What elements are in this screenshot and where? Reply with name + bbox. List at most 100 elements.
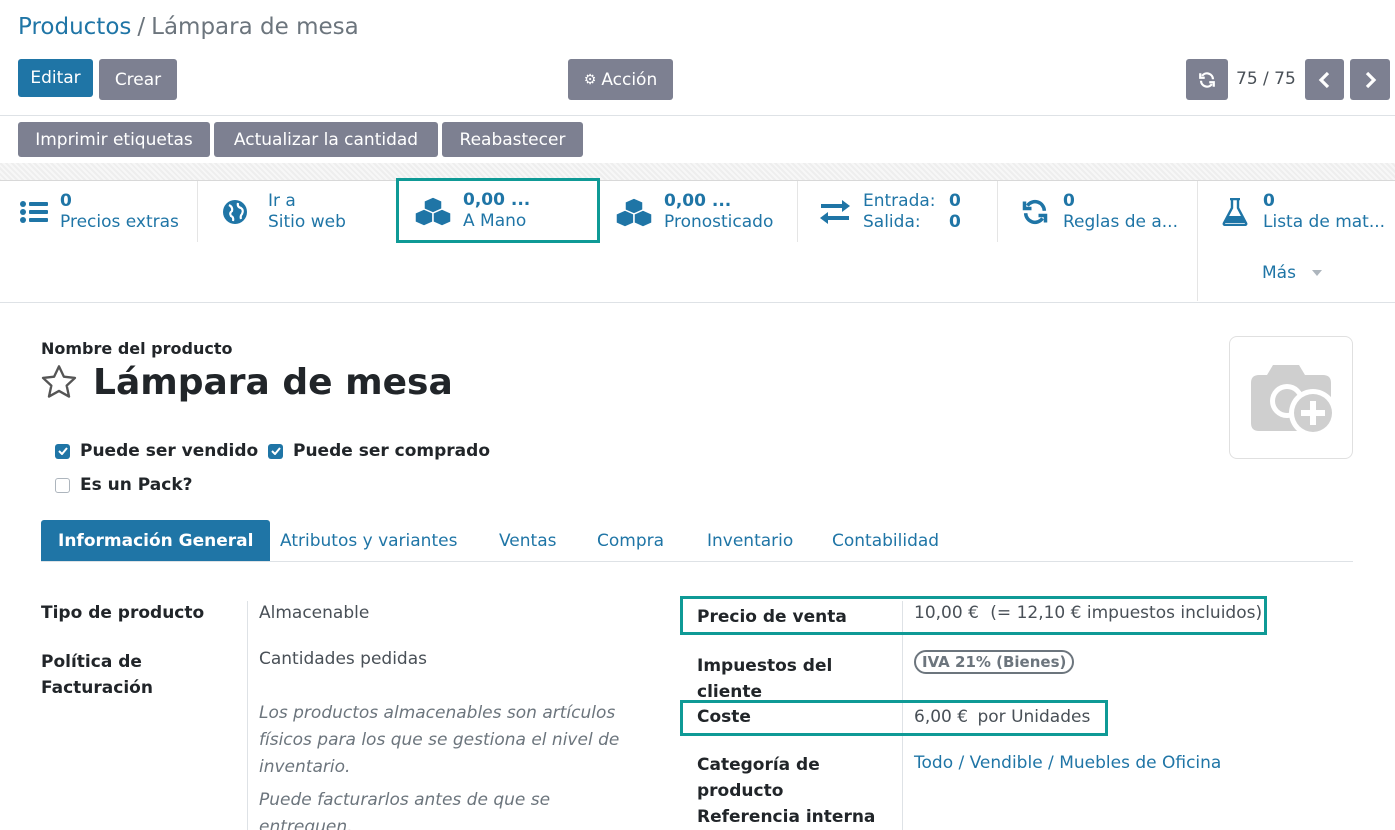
can-be-purchased-label: Puede ser comprado — [293, 441, 491, 461]
favorite-star-icon[interactable] — [40, 364, 78, 404]
gear-icon: ⚙ — [583, 71, 597, 88]
refresh-button[interactable] — [1186, 59, 1228, 100]
more-stat-buttons-toggle[interactable]: Más — [1262, 263, 1322, 283]
sale-price-label: Precio de venta — [697, 607, 847, 627]
edit-button[interactable]: Editar — [18, 59, 93, 97]
on-hand-label: A Mano — [463, 210, 527, 231]
stock-moves-stat-button[interactable]: Entrada: 0 Salida: 0 — [815, 181, 997, 243]
chevron-left-icon — [1318, 71, 1329, 88]
tab-attributes-variants[interactable]: Atributos y variantes — [280, 520, 457, 562]
replenish-button[interactable]: Reabastecer — [442, 122, 583, 157]
sale-price-field[interactable]: 10,00 € (= 12,10 € impuestos incluidos) — [914, 603, 1262, 623]
tab-purchase[interactable]: Compra — [597, 520, 664, 562]
reorder-rules-label: Reglas de a... — [1063, 212, 1178, 232]
can-be-sold-checkbox[interactable]: Puede ser vendido — [55, 441, 258, 461]
product-type-field[interactable]: Almacenable — [259, 603, 369, 623]
forecast-stat-button[interactable]: 0,00 ... Pronosticado — [614, 181, 798, 243]
website-line-2: Sitio web — [268, 212, 346, 232]
invoice-policy-label-line-2: Facturación — [41, 678, 153, 698]
invoice-policy-help-text: Puede facturarlos antes de que se entreg… — [259, 787, 550, 830]
forecast-label: Pronosticado — [664, 212, 774, 232]
website-line-1: Ir a — [268, 191, 296, 211]
stat-divider — [997, 181, 998, 242]
help-line: inventario. — [259, 757, 351, 777]
tab-inventory[interactable]: Inventario — [707, 520, 793, 562]
extra-prices-value: 0 — [60, 191, 72, 211]
cost-field[interactable]: 6,00 € por Unidades — [914, 707, 1090, 727]
reorder-rules-stat-button[interactable]: 0 Reglas de a... — [1015, 181, 1197, 243]
outgoing-label: Salida: — [863, 212, 921, 232]
can-be-sold-label: Puede ser vendido — [80, 441, 259, 461]
tab-accounting[interactable]: Contabilidad — [832, 520, 939, 562]
flask-icon — [1215, 198, 1255, 226]
is-pack-label: Es un Pack? — [80, 475, 193, 495]
tab-general-info[interactable]: Información General — [41, 520, 271, 562]
update-quantity-button[interactable]: Actualizar la cantidad — [214, 122, 438, 157]
stat-divider — [197, 181, 198, 242]
header-strip — [0, 163, 1395, 181]
on-hand-value: 0,00 ... — [463, 189, 531, 210]
extra-prices-stat-button[interactable]: 0 Precios extras — [14, 181, 198, 243]
forecast-value: 0,00 ... — [664, 191, 732, 211]
tab-sales[interactable]: Ventas — [499, 520, 556, 562]
stat-divider — [1197, 181, 1198, 301]
incoming-label: Entrada: — [863, 191, 936, 211]
invoice-policy-field[interactable]: Cantidades pedidas — [259, 649, 427, 669]
stat-divider — [797, 181, 798, 242]
product-image-upload[interactable] — [1229, 336, 1353, 459]
breadcrumb-parent[interactable]: Productos — [18, 14, 131, 40]
sale-price-value: 10,00 € — [914, 603, 979, 623]
create-button[interactable]: Crear — [99, 59, 177, 100]
is-pack-checkbox[interactable]: Es un Pack? — [55, 475, 193, 495]
checkbox-checked-icon — [55, 443, 70, 459]
cubes-icon — [614, 197, 654, 227]
action-label: Acción — [601, 69, 658, 90]
exchange-icon — [815, 200, 855, 224]
refresh-icon — [1199, 71, 1215, 88]
sale-price-tax-included: (= 12,10 € impuestos incluidos) — [990, 603, 1263, 623]
reorder-rules-value: 0 — [1063, 191, 1075, 211]
list-icon — [14, 200, 54, 224]
on-hand-stat-button[interactable]: 0,00 ... A Mano — [396, 178, 600, 243]
tabs-underline — [41, 561, 1353, 562]
invoice-policy-label-line-1: Política de — [41, 652, 142, 672]
breadcrumb: Productos / Lámpara de mesa — [18, 14, 359, 40]
control-panel-divider — [0, 115, 1395, 116]
internal-reference-label: Referencia interna — [697, 807, 876, 827]
outgoing-value: 0 — [949, 212, 961, 232]
pager-previous-button[interactable] — [1305, 59, 1344, 100]
cubes-icon — [413, 195, 453, 226]
customer-taxes-field[interactable]: IVA 21% (Bienes) — [914, 650, 1075, 674]
caret-down-icon — [1311, 270, 1322, 276]
bom-value: 0 — [1263, 191, 1275, 211]
product-type-label: Tipo de producto — [41, 603, 205, 623]
action-button[interactable]: ⚙ Acción — [568, 59, 673, 100]
help-line: Los productos almacenables son artículos — [259, 703, 616, 723]
breadcrumb-current: Lámpara de mesa — [151, 14, 359, 40]
can-be-purchased-checkbox[interactable]: Puede ser comprado — [268, 441, 490, 461]
bom-stat-button[interactable]: 0 Lista de mat... — [1215, 181, 1395, 243]
product-type-help-text: Los productos almacenables son artículos… — [259, 700, 619, 781]
pager-next-button[interactable] — [1350, 59, 1390, 100]
cost-uom: por Unidades — [977, 707, 1091, 727]
product-category-label-line-2: producto — [697, 781, 784, 801]
help-line: Puede facturarlos antes de que se — [259, 790, 551, 810]
help-line: entreguen. — [259, 817, 353, 830]
tax-tag[interactable]: IVA 21% (Bienes) — [914, 650, 1075, 674]
product-category-field[interactable]: Todo / Vendible / Muebles de Oficina — [914, 753, 1221, 773]
breadcrumb-separator: / — [137, 14, 146, 40]
bom-label: Lista de mat... — [1263, 212, 1386, 232]
print-labels-button[interactable]: Imprimir etiquetas — [18, 122, 210, 157]
button-box-divider — [0, 302, 1395, 303]
checkbox-checked-icon — [268, 443, 283, 459]
product-name-field[interactable]: Lámpara de mesa — [93, 362, 453, 403]
help-line: físicos para los que se gestiona el nive… — [259, 730, 620, 750]
more-label: Más — [1262, 263, 1296, 283]
cost-value: 6,00 € — [914, 707, 969, 727]
product-category-label-line-1: Categoría de — [697, 755, 820, 775]
left-column-divider — [247, 601, 248, 830]
chevron-right-icon — [1365, 71, 1377, 88]
pager-value[interactable]: 75 / 75 — [1236, 69, 1296, 89]
website-stat-button[interactable]: Ir a Sitio web — [215, 181, 395, 243]
customer-taxes-label-line-1: Impuestos del — [697, 656, 833, 676]
